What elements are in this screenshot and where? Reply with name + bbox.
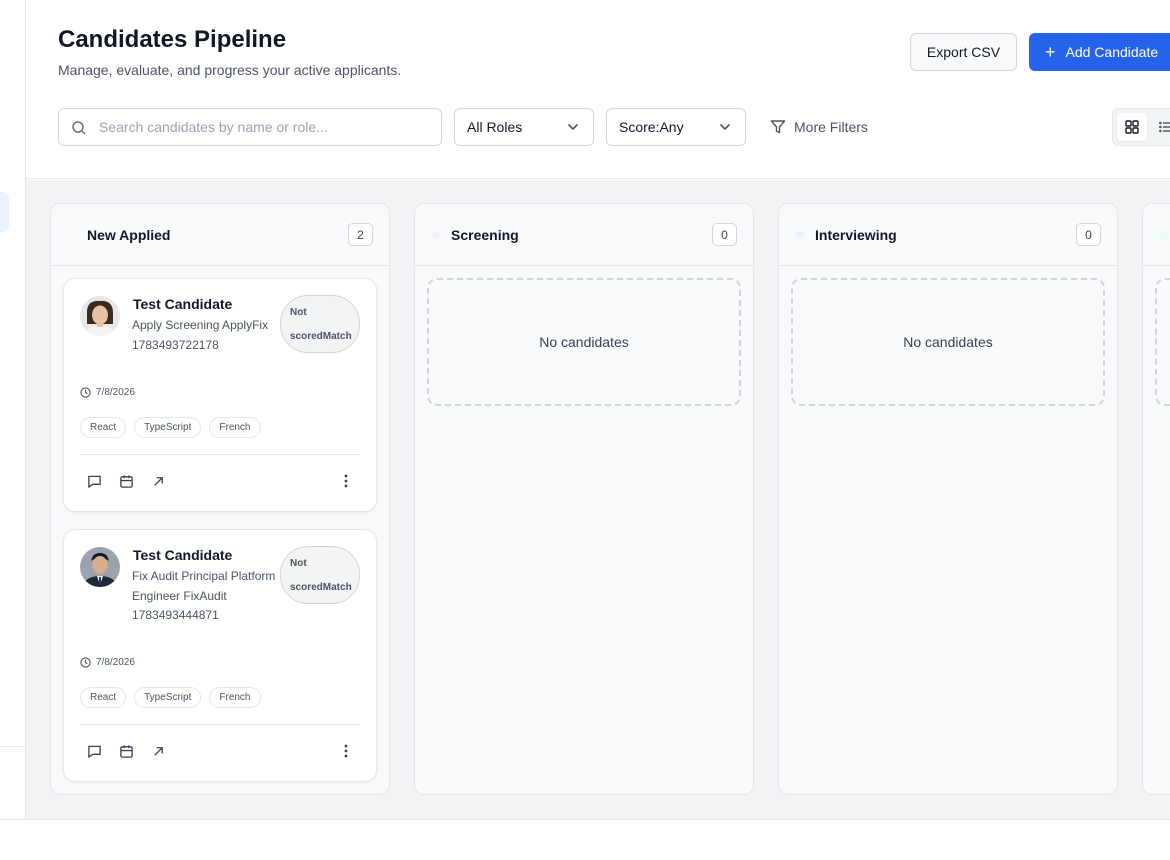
column-count-badge: 0 (712, 223, 737, 246)
message-icon (87, 745, 101, 758)
more-vertical-icon (344, 744, 348, 758)
skill-tag: TypeScript (134, 417, 202, 438)
column-next-stage (1142, 203, 1170, 795)
chevron-down-icon (567, 123, 579, 131)
column-header: Interviewing 0 (779, 204, 1117, 266)
card-divider (80, 724, 360, 725)
arrow-up-right-icon (153, 476, 163, 486)
score-select-value: Score:Any (619, 119, 684, 135)
skill-tag: TypeScript (134, 687, 202, 708)
card-actions (86, 743, 166, 759)
search-icon (72, 121, 86, 135)
skill-tag: French (209, 687, 261, 708)
more-filters-button[interactable]: More Filters (770, 108, 868, 146)
candidate-role: Apply Screening ApplyFix 1783493722178 (132, 318, 269, 352)
roles-select-value: All Roles (467, 119, 523, 135)
card-divider (80, 454, 360, 455)
search-box (58, 108, 442, 146)
score-select[interactable]: Score:Any (606, 108, 746, 146)
search-input[interactable] (99, 109, 429, 145)
skill-tags: React TypeScript French (80, 417, 261, 438)
grid-view-button[interactable] (1117, 113, 1147, 141)
applied-date: 7/8/2026 (80, 657, 135, 668)
skill-tag: React (80, 417, 127, 438)
open-profile-button[interactable] (150, 473, 166, 489)
clock-icon (80, 387, 91, 398)
column-status-dot (796, 231, 804, 239)
footer-divider (0, 819, 1170, 820)
applied-date-text: 7/8/2026 (96, 657, 135, 668)
avatar (80, 296, 120, 336)
open-profile-button[interactable] (150, 743, 166, 759)
column-status-dot (1160, 231, 1168, 239)
column-header: New Applied 2 (51, 204, 389, 266)
candidate-role: Fix Audit Principal Platform Engineer Fi… (132, 569, 276, 622)
sidebar-active-item[interactable] (0, 192, 9, 232)
candidate-name[interactable]: Test Candidate (133, 547, 232, 563)
column-header (1143, 204, 1170, 266)
add-candidate-button[interactable]: + Add Candidate (1029, 33, 1170, 71)
filter-icon (770, 120, 786, 134)
sidebar-divider (0, 746, 26, 747)
column-new-applied: New Applied 2 Test Candidate Apply Scree… (50, 203, 390, 795)
view-toggle (1112, 108, 1170, 146)
more-filters-label: More Filters (794, 119, 868, 135)
list-icon (1159, 121, 1170, 133)
applied-date-text: 7/8/2026 (96, 387, 135, 398)
page-subtitle: Manage, evaluate, and progress your acti… (58, 62, 402, 78)
skill-tag: React (80, 687, 127, 708)
schedule-button[interactable] (118, 743, 134, 759)
applied-date: 7/8/2026 (80, 387, 135, 398)
empty-dropzone[interactable] (1155, 278, 1170, 406)
clock-icon (80, 657, 91, 668)
column-header: Screening 0 (415, 204, 753, 266)
page-title: Candidates Pipeline (58, 26, 287, 53)
roles-select[interactable]: All Roles (454, 108, 594, 146)
column-count-badge: 2 (348, 223, 373, 246)
empty-dropzone[interactable]: No candidates (791, 278, 1105, 406)
column-screening: Screening 0 No candidates (414, 203, 754, 795)
kanban-board: New Applied 2 Test Candidate Apply Scree… (26, 180, 1170, 819)
schedule-button[interactable] (118, 473, 134, 489)
calendar-icon (119, 744, 133, 758)
add-candidate-label: Add Candidate (1065, 44, 1159, 60)
column-title: Interviewing (815, 227, 897, 243)
arrow-up-right-icon (153, 746, 163, 756)
column-status-dot (68, 231, 76, 239)
grid-icon (1125, 120, 1139, 134)
left-sidebar (0, 0, 26, 820)
column-interviewing: Interviewing 0 No candidates (778, 203, 1118, 795)
column-title: New Applied (87, 227, 171, 243)
comment-button[interactable] (86, 743, 102, 759)
candidate-card[interactable]: Test Candidate Fix Audit Principal Platf… (63, 529, 377, 782)
more-options-button[interactable] (338, 743, 354, 759)
score-badge: Not scoredMatch (280, 295, 360, 353)
column-count-badge: 0 (1076, 223, 1101, 246)
candidate-name[interactable]: Test Candidate (133, 296, 232, 312)
page-header: Candidates Pipeline Manage, evaluate, an… (26, 0, 1170, 179)
plus-icon: + (1045, 42, 1056, 62)
comment-button[interactable] (86, 473, 102, 489)
list-view-button[interactable] (1151, 113, 1170, 141)
avatar (80, 547, 120, 587)
column-status-dot (432, 231, 440, 239)
message-icon (87, 475, 101, 488)
skill-tags: React TypeScript French (80, 687, 261, 708)
score-badge: Not scoredMatch (280, 546, 360, 604)
column-title: Screening (451, 227, 519, 243)
skill-tag: French (209, 417, 261, 438)
export-csv-button[interactable]: Export CSV (910, 33, 1017, 71)
calendar-icon (119, 474, 133, 488)
candidate-card[interactable]: Test Candidate Apply Screening ApplyFix … (63, 278, 377, 512)
more-options-button[interactable] (338, 473, 354, 489)
chevron-down-icon (719, 123, 731, 131)
card-actions (86, 473, 166, 489)
more-vertical-icon (344, 474, 348, 488)
empty-dropzone[interactable]: No candidates (427, 278, 741, 406)
